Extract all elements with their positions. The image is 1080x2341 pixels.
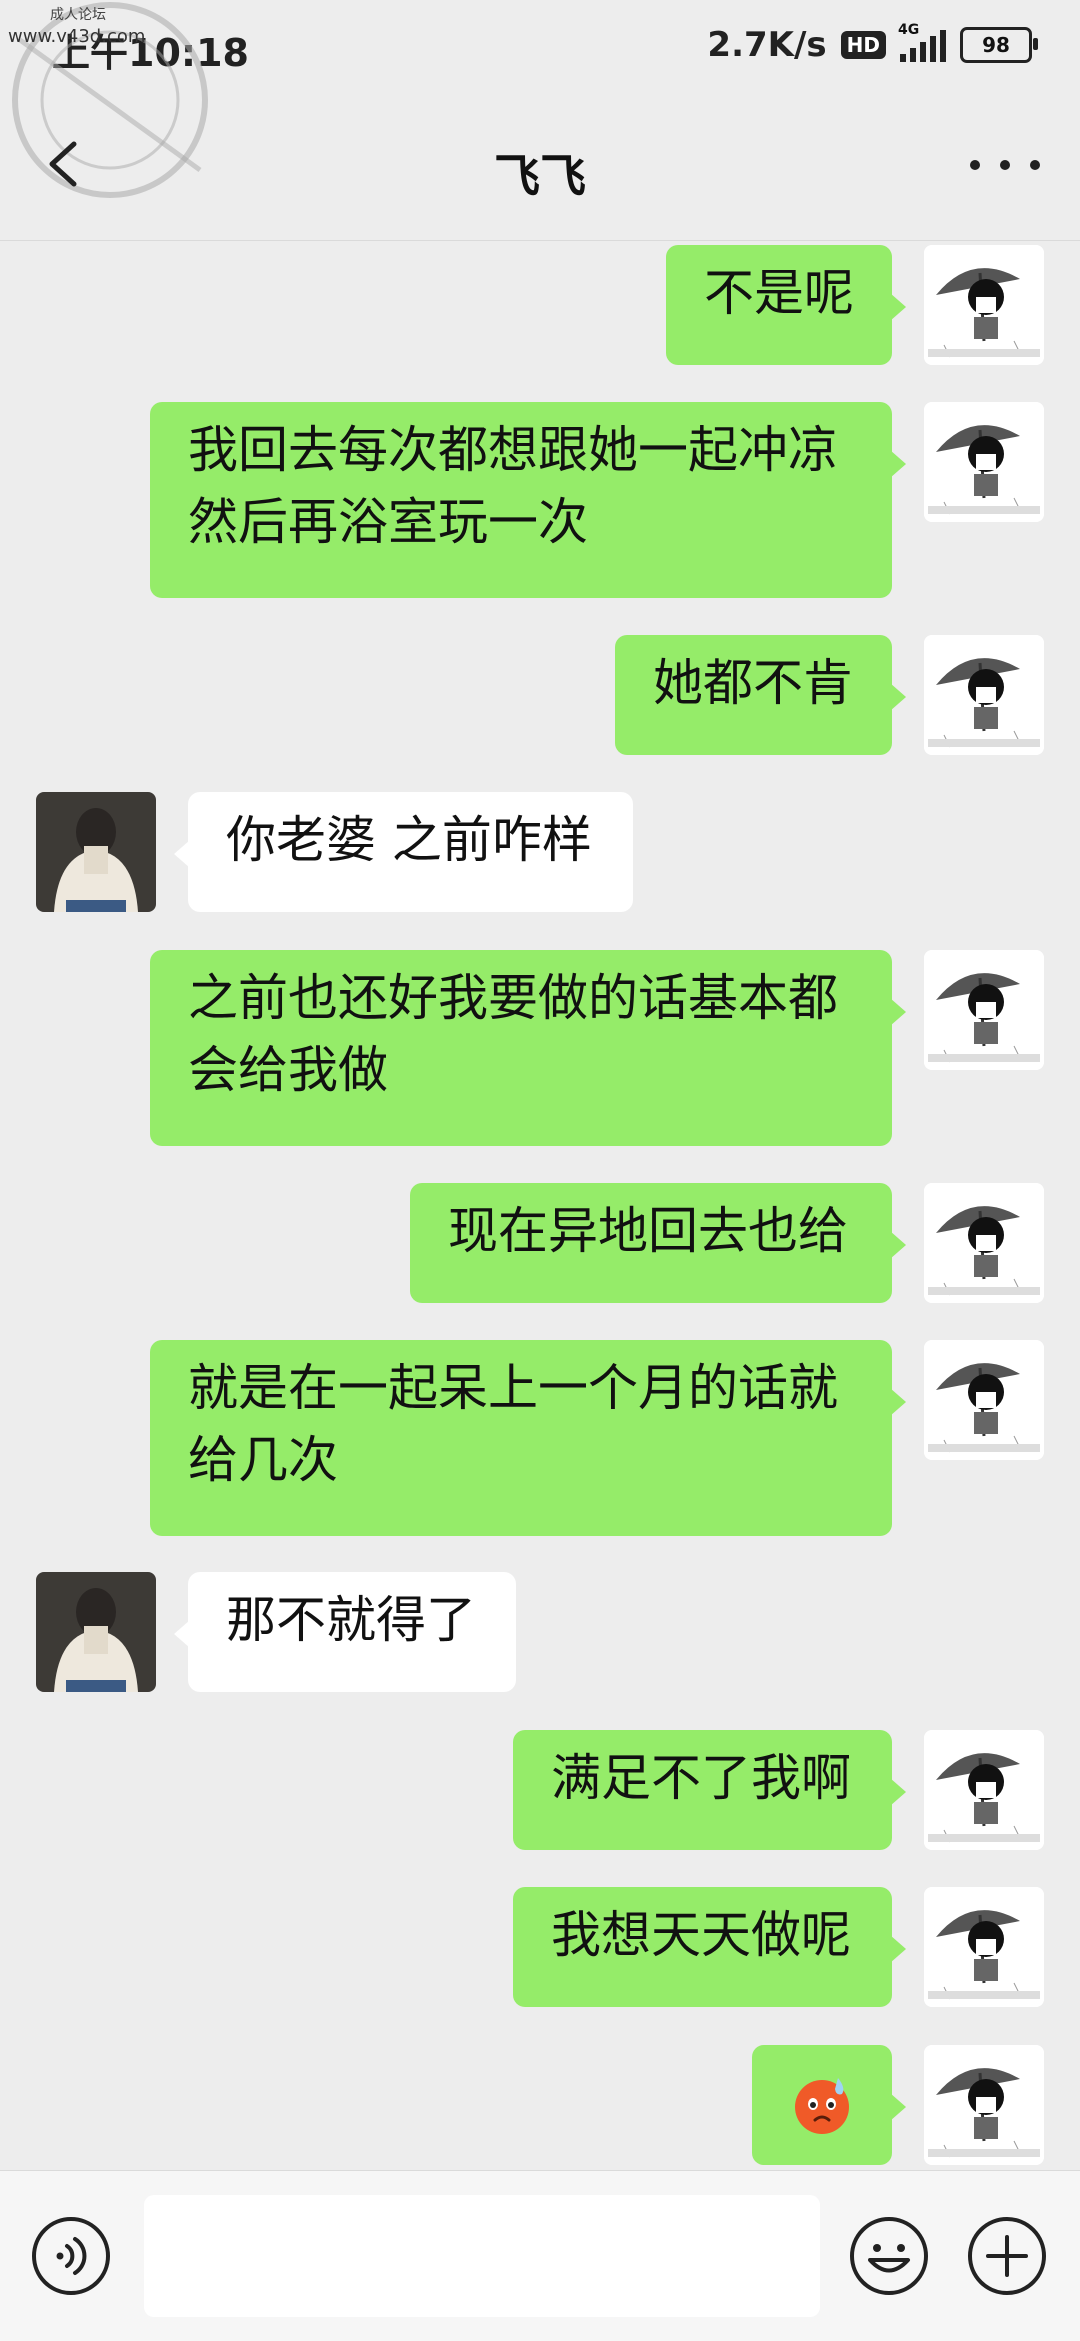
message-text: 我想天天做呢 [551, 1906, 851, 1964]
net-speed: 2.7K/s [707, 25, 827, 65]
my-avatar[interactable] [924, 1730, 1044, 1850]
emoji-icon[interactable] [848, 2215, 930, 2297]
my-avatar[interactable] [924, 2045, 1044, 2165]
message-text: 我回去每次都想跟她一起冲凉然后再浴室玩一次 [188, 421, 838, 551]
my-avatar[interactable] [924, 635, 1044, 755]
avatar-sticker-icon [924, 402, 1044, 522]
voice-icon[interactable] [30, 2215, 112, 2297]
avatar-sticker-icon [924, 1340, 1044, 1460]
avatar-photo-icon [36, 1572, 156, 1692]
avatar-photo-icon [36, 792, 156, 912]
my-avatar[interactable] [924, 402, 1044, 522]
plus-icon[interactable] [966, 2215, 1048, 2297]
message-bubble[interactable] [752, 2045, 906, 2165]
message-text: 现在异地回去也给 [448, 1202, 848, 1260]
message-bubble[interactable]: 就是在一起呆上一个月的话就给几次 [150, 1340, 906, 1536]
signal-icon: 4G [898, 22, 946, 62]
hd-badge: HD [840, 31, 886, 59]
message-bubble[interactable]: 她都不肯 [615, 635, 906, 755]
my-avatar[interactable] [924, 950, 1044, 1070]
message-text: 不是呢 [704, 264, 854, 322]
input-bar [0, 2170, 1080, 2341]
message-bubble[interactable]: 你老婆 之前咋样 [174, 792, 633, 912]
network-type: 4G [898, 22, 920, 38]
message-bubble[interactable]: 那不就得了 [174, 1572, 516, 1692]
message-text: 就是在一起呆上一个月的话就给几次 [188, 1359, 838, 1489]
message-text: 你老婆 之前咋样 [226, 811, 592, 869]
battery-level: 98 [982, 33, 1010, 57]
status-indicators: 2.7K/s HD 4G 98 [707, 22, 1038, 68]
avatar-sticker-icon [924, 1183, 1044, 1303]
avatar-sticker-icon [924, 635, 1044, 755]
contact-avatar[interactable] [36, 792, 156, 912]
message-bubble[interactable]: 现在异地回去也给 [410, 1183, 906, 1303]
message-text: 之前也还好我要做的话基本都会给我做 [188, 969, 838, 1099]
status-bar: 上午10:18 2.7K/s HD 4G 98 [0, 0, 1080, 90]
avatar-sticker-icon [924, 950, 1044, 1070]
message-bubble[interactable]: 我回去每次都想跟她一起冲凉然后再浴室玩一次 [150, 402, 906, 598]
message-text: 那不就得了 [226, 1591, 476, 1649]
message-text: 她都不肯 [653, 654, 853, 712]
my-avatar[interactable] [924, 1183, 1044, 1303]
avatar-sticker-icon [924, 2045, 1044, 2165]
avatar-sticker-icon [924, 245, 1044, 365]
message-text: 满足不了我啊 [551, 1749, 851, 1807]
my-avatar[interactable] [924, 1887, 1044, 2007]
message-bubble[interactable]: 不是呢 [666, 245, 906, 365]
contact-avatar[interactable] [36, 1572, 156, 1692]
status-time: 上午10:18 [52, 31, 249, 75]
more-dots-icon[interactable] [970, 142, 1040, 188]
chat-title: 飞飞 [494, 149, 586, 203]
message-input[interactable] [144, 2195, 820, 2317]
my-avatar[interactable] [924, 245, 1044, 365]
avatar-sticker-icon [924, 1887, 1044, 2007]
message-bubble[interactable]: 之前也还好我要做的话基本都会给我做 [150, 950, 906, 1146]
my-avatar[interactable] [924, 1340, 1044, 1460]
message-bubble[interactable]: 满足不了我啊 [513, 1730, 906, 1850]
sweat-face-emoji-icon [795, 2078, 849, 2134]
battery-icon: 98 [960, 27, 1038, 63]
chat-header: 飞飞 [0, 90, 1080, 241]
avatar-sticker-icon [924, 1730, 1044, 1850]
message-bubble[interactable]: 我想天天做呢 [513, 1887, 906, 2007]
